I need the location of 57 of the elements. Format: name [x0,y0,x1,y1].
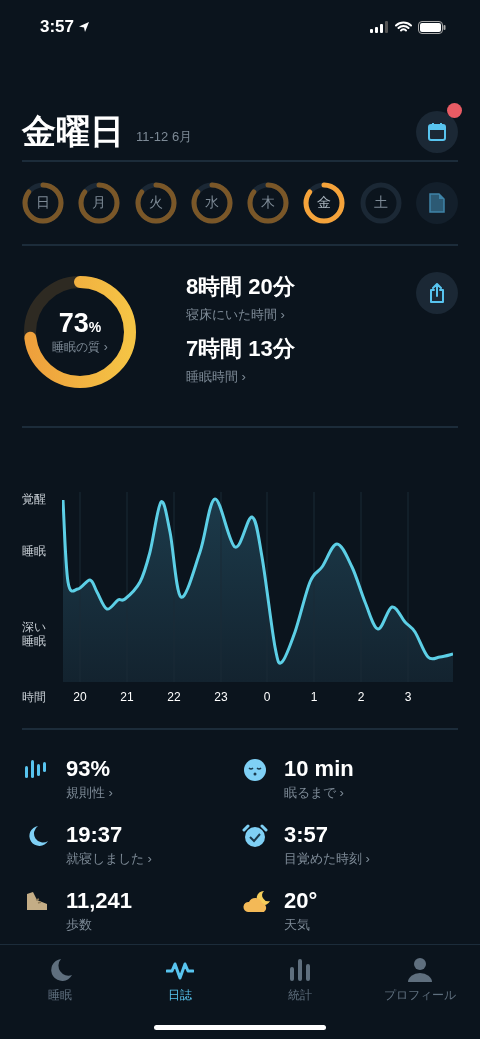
duration-link[interactable]: 睡眠時間 › [186,368,416,386]
stat-link[interactable]: 目覚めた時刻 › [284,850,370,868]
duration-link[interactable]: 寝床にいた時間 › [186,306,416,324]
day-button[interactable]: 火 [134,182,177,224]
hour-label: 1 [310,690,318,704]
quality-percentage: 73% [58,308,102,339]
document-icon [428,193,445,213]
day-button[interactable]: 月 [78,182,121,224]
duration-value: 8時間 20分 [186,273,296,301]
time-axis-label: 時間 [22,688,47,706]
stat-link[interactable]: 眠るまで › [284,784,354,802]
quality-link[interactable]: 睡眠の質 › [52,339,108,356]
stat-value: 3:57 [284,822,330,848]
stat-value: 93% [66,756,112,782]
hour-label: 21 [120,690,134,704]
day-button[interactable]: 金 [303,182,346,224]
signal-icon [370,21,389,33]
stat-value: 10 min [284,756,354,782]
clock-time: 3:57 [40,17,75,37]
tab[interactable]: 統計 [240,945,360,1039]
stage-label: 睡眠 [22,544,46,559]
hour-label: 20 [73,690,87,704]
date-range: 11-12 6月 [136,128,194,146]
hour-label: 22 [167,690,181,704]
hour-label: 2 [357,690,365,704]
day-button[interactable]: 木 [247,182,290,224]
hour-label: 23 [214,690,228,704]
share-button[interactable] [416,272,458,314]
calendar-button[interactable] [416,111,458,153]
duration-value: 7時間 13分 [186,335,296,363]
stat-link[interactable]: 歩数 [66,916,133,934]
stage-label: 覚醒 [22,492,46,507]
calendar-icon [427,122,447,142]
tab[interactable]: プロフィール [360,945,480,1039]
stat-link[interactable]: 規則性 › [66,784,113,802]
day-button[interactable]: 日 [22,182,64,224]
tab[interactable]: 睡眠 [0,945,120,1039]
location-arrow-icon [78,21,91,33]
hour-label: 3 [404,690,412,704]
share-icon [428,283,446,303]
alarm-clock-icon [242,824,270,848]
hour-label: 0 [263,690,271,704]
stat-value: 11,241 [66,888,133,914]
person-icon [406,957,434,983]
day-button[interactable]: 水 [190,182,233,224]
cloud-moon-icon [242,890,270,914]
battery-icon [418,20,446,34]
day-button[interactable]: 土 [359,182,402,224]
report-button[interactable] [415,182,458,224]
stat-value: 19:37 [66,822,124,848]
tab[interactable]: 日誌 [120,945,240,1039]
day-title: 金曜日 [22,111,124,152]
stat-link[interactable]: 就寝しました › [66,850,152,868]
stage-label: 深い睡眠 [22,620,47,649]
wifi-icon [395,21,412,33]
stat-value: 20° [284,888,318,914]
stat-link[interactable]: 天気 [284,916,318,934]
